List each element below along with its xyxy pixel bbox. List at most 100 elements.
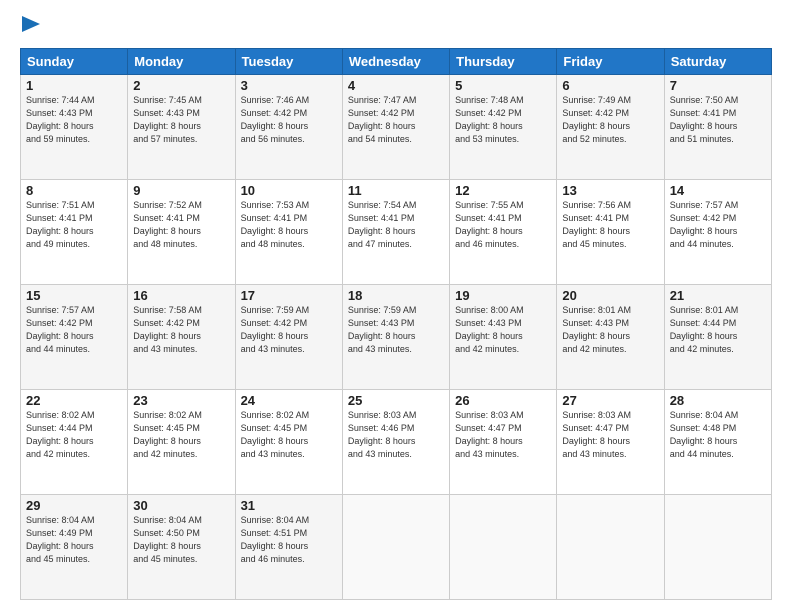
day-number: 10 xyxy=(241,183,337,198)
calendar-cell: 10Sunrise: 7:53 AMSunset: 4:41 PMDayligh… xyxy=(235,180,342,285)
day-sun-info: Sunrise: 8:01 AMSunset: 4:44 PMDaylight:… xyxy=(670,304,766,356)
calendar-cell: 20Sunrise: 8:01 AMSunset: 4:43 PMDayligh… xyxy=(557,285,664,390)
day-number: 28 xyxy=(670,393,766,408)
calendar-cell: 25Sunrise: 8:03 AMSunset: 4:46 PMDayligh… xyxy=(342,390,449,495)
day-number: 8 xyxy=(26,183,122,198)
day-number: 2 xyxy=(133,78,229,93)
day-sun-info: Sunrise: 8:03 AMSunset: 4:47 PMDaylight:… xyxy=(562,409,658,461)
col-friday: Friday xyxy=(557,49,664,75)
day-sun-info: Sunrise: 7:44 AMSunset: 4:43 PMDaylight:… xyxy=(26,94,122,146)
calendar-cell: 31Sunrise: 8:04 AMSunset: 4:51 PMDayligh… xyxy=(235,495,342,600)
calendar-cell: 3Sunrise: 7:46 AMSunset: 4:42 PMDaylight… xyxy=(235,75,342,180)
day-number: 20 xyxy=(562,288,658,303)
day-number: 7 xyxy=(670,78,766,93)
day-sun-info: Sunrise: 8:00 AMSunset: 4:43 PMDaylight:… xyxy=(455,304,551,356)
col-saturday: Saturday xyxy=(664,49,771,75)
day-sun-info: Sunrise: 7:50 AMSunset: 4:41 PMDaylight:… xyxy=(670,94,766,146)
day-number: 4 xyxy=(348,78,444,93)
col-monday: Monday xyxy=(128,49,235,75)
day-sun-info: Sunrise: 7:45 AMSunset: 4:43 PMDaylight:… xyxy=(133,94,229,146)
day-sun-info: Sunrise: 7:54 AMSunset: 4:41 PMDaylight:… xyxy=(348,199,444,251)
calendar-cell: 22Sunrise: 8:02 AMSunset: 4:44 PMDayligh… xyxy=(21,390,128,495)
day-number: 14 xyxy=(670,183,766,198)
day-sun-info: Sunrise: 7:46 AMSunset: 4:42 PMDaylight:… xyxy=(241,94,337,146)
calendar-week-row: 22Sunrise: 8:02 AMSunset: 4:44 PMDayligh… xyxy=(21,390,772,495)
day-number: 31 xyxy=(241,498,337,513)
day-number: 25 xyxy=(348,393,444,408)
day-number: 29 xyxy=(26,498,122,513)
day-sun-info: Sunrise: 7:47 AMSunset: 4:42 PMDaylight:… xyxy=(348,94,444,146)
col-wednesday: Wednesday xyxy=(342,49,449,75)
day-number: 12 xyxy=(455,183,551,198)
logo xyxy=(20,16,42,38)
day-sun-info: Sunrise: 8:04 AMSunset: 4:48 PMDaylight:… xyxy=(670,409,766,461)
calendar-cell: 19Sunrise: 8:00 AMSunset: 4:43 PMDayligh… xyxy=(450,285,557,390)
day-sun-info: Sunrise: 8:03 AMSunset: 4:47 PMDaylight:… xyxy=(455,409,551,461)
day-sun-info: Sunrise: 8:04 AMSunset: 4:49 PMDaylight:… xyxy=(26,514,122,566)
day-number: 21 xyxy=(670,288,766,303)
calendar-cell: 6Sunrise: 7:49 AMSunset: 4:42 PMDaylight… xyxy=(557,75,664,180)
calendar-cell: 11Sunrise: 7:54 AMSunset: 4:41 PMDayligh… xyxy=(342,180,449,285)
day-number: 18 xyxy=(348,288,444,303)
day-sun-info: Sunrise: 8:02 AMSunset: 4:45 PMDaylight:… xyxy=(241,409,337,461)
day-sun-info: Sunrise: 7:58 AMSunset: 4:42 PMDaylight:… xyxy=(133,304,229,356)
col-thursday: Thursday xyxy=(450,49,557,75)
day-number: 16 xyxy=(133,288,229,303)
day-number: 26 xyxy=(455,393,551,408)
day-sun-info: Sunrise: 7:55 AMSunset: 4:41 PMDaylight:… xyxy=(455,199,551,251)
calendar-cell: 7Sunrise: 7:50 AMSunset: 4:41 PMDaylight… xyxy=(664,75,771,180)
calendar-header-row: Sunday Monday Tuesday Wednesday Thursday… xyxy=(21,49,772,75)
calendar-cell: 14Sunrise: 7:57 AMSunset: 4:42 PMDayligh… xyxy=(664,180,771,285)
day-sun-info: Sunrise: 8:01 AMSunset: 4:43 PMDaylight:… xyxy=(562,304,658,356)
day-sun-info: Sunrise: 7:53 AMSunset: 4:41 PMDaylight:… xyxy=(241,199,337,251)
day-number: 24 xyxy=(241,393,337,408)
calendar-cell: 13Sunrise: 7:56 AMSunset: 4:41 PMDayligh… xyxy=(557,180,664,285)
day-sun-info: Sunrise: 7:49 AMSunset: 4:42 PMDaylight:… xyxy=(562,94,658,146)
logo-flag-icon xyxy=(22,16,40,38)
calendar-week-row: 15Sunrise: 7:57 AMSunset: 4:42 PMDayligh… xyxy=(21,285,772,390)
calendar-cell: 26Sunrise: 8:03 AMSunset: 4:47 PMDayligh… xyxy=(450,390,557,495)
day-number: 22 xyxy=(26,393,122,408)
day-number: 27 xyxy=(562,393,658,408)
day-sun-info: Sunrise: 7:56 AMSunset: 4:41 PMDaylight:… xyxy=(562,199,658,251)
day-number: 13 xyxy=(562,183,658,198)
calendar-cell: 23Sunrise: 8:02 AMSunset: 4:45 PMDayligh… xyxy=(128,390,235,495)
calendar-cell: 12Sunrise: 7:55 AMSunset: 4:41 PMDayligh… xyxy=(450,180,557,285)
day-sun-info: Sunrise: 8:04 AMSunset: 4:50 PMDaylight:… xyxy=(133,514,229,566)
calendar-page: Sunday Monday Tuesday Wednesday Thursday… xyxy=(0,0,792,612)
day-sun-info: Sunrise: 8:04 AMSunset: 4:51 PMDaylight:… xyxy=(241,514,337,566)
day-sun-info: Sunrise: 8:02 AMSunset: 4:45 PMDaylight:… xyxy=(133,409,229,461)
page-header xyxy=(20,16,772,38)
calendar-cell: 5Sunrise: 7:48 AMSunset: 4:42 PMDaylight… xyxy=(450,75,557,180)
calendar-cell: 18Sunrise: 7:59 AMSunset: 4:43 PMDayligh… xyxy=(342,285,449,390)
calendar-cell: 4Sunrise: 7:47 AMSunset: 4:42 PMDaylight… xyxy=(342,75,449,180)
calendar-cell: 21Sunrise: 8:01 AMSunset: 4:44 PMDayligh… xyxy=(664,285,771,390)
calendar-cell xyxy=(450,495,557,600)
calendar-cell xyxy=(557,495,664,600)
day-number: 19 xyxy=(455,288,551,303)
day-sun-info: Sunrise: 7:51 AMSunset: 4:41 PMDaylight:… xyxy=(26,199,122,251)
day-number: 5 xyxy=(455,78,551,93)
calendar-cell: 9Sunrise: 7:52 AMSunset: 4:41 PMDaylight… xyxy=(128,180,235,285)
day-number: 23 xyxy=(133,393,229,408)
day-number: 15 xyxy=(26,288,122,303)
calendar-cell xyxy=(342,495,449,600)
col-tuesday: Tuesday xyxy=(235,49,342,75)
day-number: 9 xyxy=(133,183,229,198)
calendar-week-row: 8Sunrise: 7:51 AMSunset: 4:41 PMDaylight… xyxy=(21,180,772,285)
calendar-cell: 29Sunrise: 8:04 AMSunset: 4:49 PMDayligh… xyxy=(21,495,128,600)
calendar-cell xyxy=(664,495,771,600)
day-number: 11 xyxy=(348,183,444,198)
calendar-cell: 2Sunrise: 7:45 AMSunset: 4:43 PMDaylight… xyxy=(128,75,235,180)
calendar-table: Sunday Monday Tuesday Wednesday Thursday… xyxy=(20,48,772,600)
day-sun-info: Sunrise: 7:59 AMSunset: 4:42 PMDaylight:… xyxy=(241,304,337,356)
day-number: 3 xyxy=(241,78,337,93)
day-sun-info: Sunrise: 8:02 AMSunset: 4:44 PMDaylight:… xyxy=(26,409,122,461)
day-sun-info: Sunrise: 8:03 AMSunset: 4:46 PMDaylight:… xyxy=(348,409,444,461)
calendar-cell: 30Sunrise: 8:04 AMSunset: 4:50 PMDayligh… xyxy=(128,495,235,600)
day-number: 1 xyxy=(26,78,122,93)
day-number: 30 xyxy=(133,498,229,513)
day-sun-info: Sunrise: 7:52 AMSunset: 4:41 PMDaylight:… xyxy=(133,199,229,251)
day-sun-info: Sunrise: 7:57 AMSunset: 4:42 PMDaylight:… xyxy=(670,199,766,251)
day-sun-info: Sunrise: 7:48 AMSunset: 4:42 PMDaylight:… xyxy=(455,94,551,146)
